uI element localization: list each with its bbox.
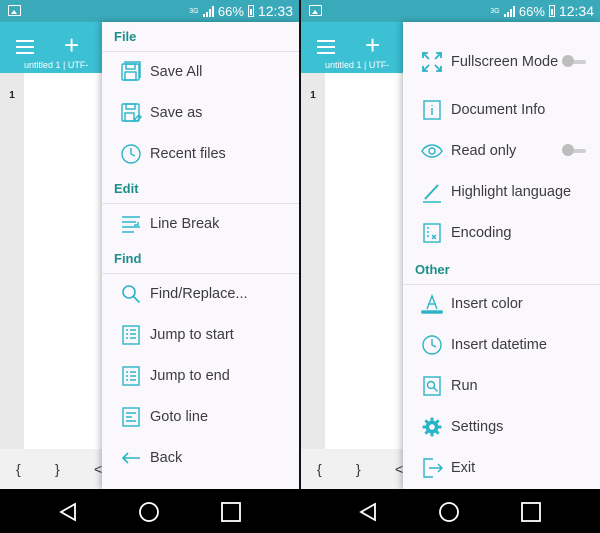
close-brace-key[interactable]: }	[55, 461, 60, 477]
pen-icon	[421, 181, 443, 203]
battery-icon	[247, 5, 254, 17]
status-bar: 3G 66% 12:33	[0, 0, 299, 22]
battery-percent: 66%	[518, 3, 545, 19]
arrow-left-icon	[120, 447, 142, 469]
recents-square-icon[interactable]	[220, 501, 242, 523]
clock: 12:34	[558, 3, 594, 19]
home-circle-icon[interactable]	[138, 501, 160, 523]
new-file-plus-icon[interactable]: +	[365, 32, 380, 58]
less-than-key[interactable]: <	[94, 461, 102, 477]
exit-icon	[421, 457, 443, 479]
open-brace-key[interactable]: {	[317, 461, 322, 477]
right-screen: 3G 66% 12:34 + untitled 1 | UTF- 1 { } <…	[301, 0, 600, 489]
menu-item-save-as[interactable]: Save as	[102, 94, 299, 132]
menu-item-run[interactable]: Run	[403, 367, 600, 405]
clock-icon	[120, 143, 142, 165]
menu-icon[interactable]	[16, 40, 34, 54]
eye-icon	[421, 140, 443, 162]
line-break-icon	[120, 213, 142, 235]
line-gutter	[301, 73, 325, 449]
fullscreen-icon	[421, 51, 443, 73]
section-title-other: Other	[415, 262, 450, 277]
menu-item-recent-files[interactable]: Recent files	[102, 135, 299, 173]
menu-item-fullscreen-mode[interactable]: Fullscreen Mode	[403, 42, 600, 82]
section-title-find: Find	[114, 251, 142, 266]
section-title-edit: Edit	[114, 181, 139, 196]
battery-icon	[548, 5, 555, 17]
network-type-icon: 3G	[189, 7, 199, 15]
line-gutter	[0, 73, 24, 449]
tab-info[interactable]: untitled 1 | UTF-	[325, 60, 389, 70]
menu-item-read-only[interactable]: Read only	[403, 132, 600, 170]
back-triangle-icon[interactable]	[357, 501, 379, 523]
line-number: 1	[310, 90, 316, 101]
save-all-icon	[120, 61, 142, 83]
jump-end-icon	[120, 365, 142, 387]
new-file-plus-icon[interactable]: +	[64, 32, 79, 58]
fullscreen-toggle[interactable]	[562, 55, 586, 69]
menu-item-find-replace[interactable]: Find/Replace...	[102, 275, 299, 313]
divider	[102, 273, 299, 274]
menu-item-insert-datetime[interactable]: Insert datetime	[403, 326, 600, 364]
menu-item-back[interactable]: Back	[102, 439, 299, 477]
line-number: 1	[9, 90, 15, 101]
info-icon	[421, 99, 443, 121]
font-color-icon	[421, 293, 443, 315]
signal-icon	[202, 5, 214, 17]
encoding-icon	[421, 222, 443, 244]
back-triangle-icon[interactable]	[57, 501, 79, 523]
menu-item-document-info[interactable]: Document Info	[403, 91, 600, 129]
menu-item-insert-color[interactable]: Insert color	[403, 285, 600, 323]
divider	[102, 203, 299, 204]
status-bar: 3G 66% 12:34	[301, 0, 600, 22]
menu-item-exit[interactable]: Exit	[403, 449, 600, 487]
less-than-key[interactable]: <	[395, 461, 403, 477]
clock: 12:33	[257, 3, 293, 19]
clock-icon	[421, 334, 443, 356]
tab-info[interactable]: untitled 1 | UTF-	[24, 60, 88, 70]
section-title-file: File	[114, 29, 137, 44]
menu-item-save-all[interactable]: Save All	[102, 53, 299, 91]
read-only-toggle[interactable]	[562, 144, 586, 158]
left-screen: 3G 66% 12:33 + untitled 1 | UTF- 1 { } <…	[0, 0, 299, 489]
menu-item-goto-line[interactable]: Goto line	[102, 398, 299, 436]
image-notification-icon	[309, 5, 322, 16]
divider	[102, 51, 299, 52]
save-as-icon	[120, 102, 142, 124]
open-brace-key[interactable]: {	[16, 461, 21, 477]
signal-icon	[503, 5, 515, 17]
menu-icon[interactable]	[317, 40, 335, 54]
menu-item-settings[interactable]: Settings	[403, 408, 600, 446]
search-icon	[120, 283, 142, 305]
system-navigation-bar	[0, 489, 600, 533]
close-brace-key[interactable]: }	[356, 461, 361, 477]
menu-item-jump-to-end[interactable]: Jump to end	[102, 357, 299, 395]
navigation-drawer: File Save All Save as Recent files Edit	[102, 22, 299, 489]
recents-square-icon[interactable]	[520, 501, 542, 523]
menu-item-line-break[interactable]: Line Break	[102, 205, 299, 243]
gear-icon	[421, 416, 443, 438]
menu-item-encoding[interactable]: Encoding	[403, 214, 600, 252]
jump-start-icon	[120, 324, 142, 346]
image-notification-icon	[8, 5, 21, 16]
home-circle-icon[interactable]	[438, 501, 460, 523]
network-type-icon: 3G	[490, 7, 500, 15]
battery-percent: 66%	[217, 3, 244, 19]
menu-item-highlight-language[interactable]: Highlight language	[403, 173, 600, 211]
goto-line-icon	[120, 406, 142, 428]
navigation-drawer: Fullscreen Mode Document Info Read only …	[403, 22, 600, 489]
run-icon	[421, 375, 443, 397]
menu-item-jump-to-start[interactable]: Jump to start	[102, 316, 299, 354]
